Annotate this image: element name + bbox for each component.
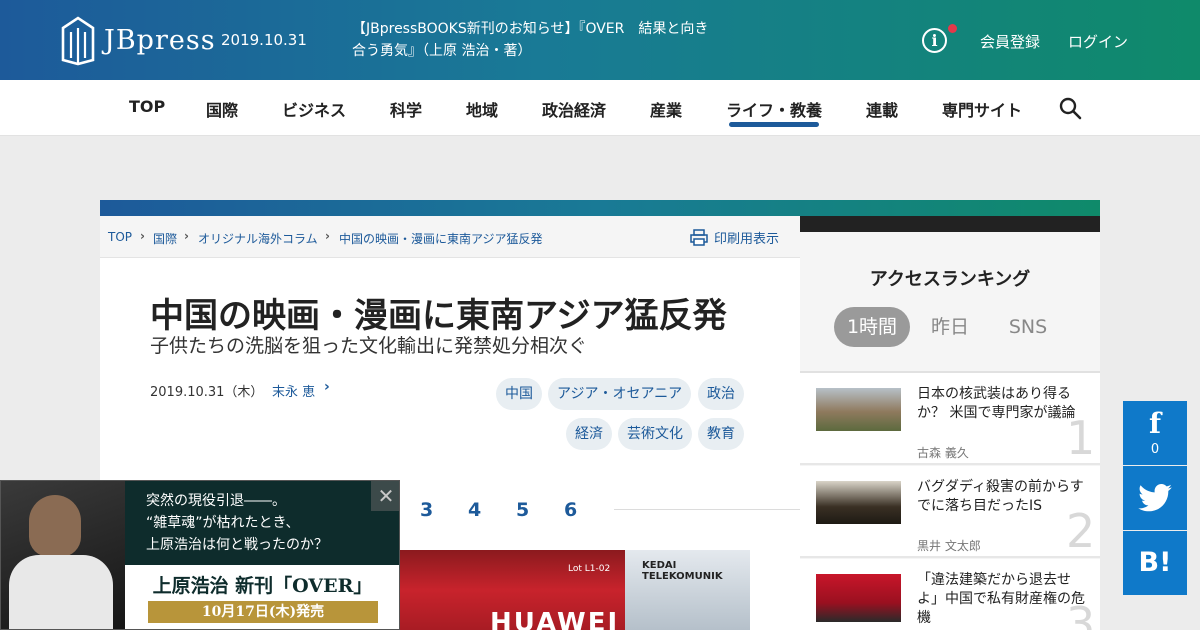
breadcrumb-international[interactable]: 国際 [153, 230, 177, 247]
twitter-icon [1138, 484, 1172, 512]
nav-item-special-sites[interactable]: 専門サイト [942, 97, 1022, 121]
logo-text: JBpress [104, 24, 216, 56]
page-link-3[interactable]: 3 [420, 499, 433, 521]
ad-copy: 突然の現役引退――。 “雑草魂”が枯れたとき、 上原浩治は何と戦ったのか？ [146, 490, 376, 556]
facebook-share-count: 0 [1150, 442, 1160, 457]
hatena-bookmark-button[interactable]: B! [1123, 531, 1187, 595]
page-link-5[interactable]: 5 [516, 499, 529, 521]
nav-item-politics-economy[interactable]: 政治経済 [542, 97, 606, 121]
jbpress-logo[interactable]: JBpress [60, 14, 216, 66]
ranking-number: 3 [1066, 597, 1096, 630]
facebook-share-button[interactable]: f 0 [1123, 401, 1187, 465]
sidebar-top-bar [800, 216, 1100, 232]
ranking-thumbnail [816, 574, 901, 622]
close-icon[interactable]: ✕ [371, 481, 399, 511]
chevron-right-icon: › [324, 379, 330, 395]
photo-store-sign: KEDAI TELEKOMUNIK [642, 560, 723, 582]
pager-divider [614, 509, 800, 510]
tag-politics[interactable]: 政治 [698, 378, 744, 410]
hatena-bookmark-icon: B! [1138, 547, 1172, 578]
books-notice-link[interactable]: 【JBpressBOOKS新刊のお知らせ】『OVER 結果と向き合う勇気』（上原… [352, 18, 712, 62]
nav-active-indicator [729, 122, 819, 127]
article-subtitle: 子供たちの洗脳を狙った文化輸出に発禁処分相次ぐ [150, 335, 588, 357]
ad-copy-line: 突然の現役引退――。 [146, 493, 286, 509]
breadcrumb-top[interactable]: TOP [108, 230, 132, 244]
tab-sns[interactable]: SNS [998, 307, 1058, 347]
book-ad-banner[interactable]: 突然の現役引退――。 “雑草魂”が枯れたとき、 上原浩治は何と戦ったのか？ 上原… [0, 480, 400, 630]
nav-item-science[interactable]: 科学 [390, 97, 422, 121]
breadcrumb-column[interactable]: オリジナル海外コラム [198, 230, 318, 247]
breadcrumb-chevron-icon: › [140, 229, 145, 243]
breadcrumb: TOP › 国際 › オリジナル海外コラム › 中国の映画・漫画に東南アジア猛反… [100, 216, 800, 258]
tab-yesterday[interactable]: 昨日 [918, 307, 982, 347]
ranking-title: アクセスランキング [869, 269, 1031, 290]
ranking-item-title: 「違法建築だから退去せよ」中国で私有財産権の危機 [917, 572, 1085, 626]
ad-book-cta[interactable]: 上原浩治 新刊「OVER」 10月17日(木)発売 [125, 565, 399, 629]
tab-1hour[interactable]: 1時間 [834, 307, 910, 347]
ranking-item-author: 黒井 文太郎 [917, 539, 981, 553]
twitter-share-button[interactable] [1123, 466, 1187, 530]
photo-sign: Lot L1-02 [568, 564, 611, 574]
ranking-item-author: 古森 義久 [917, 446, 969, 460]
breadcrumb-chevron-icon: › [325, 229, 330, 243]
ranking-item-title: 日本の核武装はあり得るか？ 米国で専門家が議論 [917, 386, 1076, 421]
print-view-button[interactable]: 印刷用表示 [690, 228, 779, 247]
ad-copy-line: 上原浩治は何と戦ったのか？ [146, 537, 328, 553]
nav-item-series[interactable]: 連載 [866, 97, 898, 121]
page-link-4[interactable]: 4 [468, 499, 481, 521]
printer-icon [690, 229, 708, 246]
register-link[interactable]: 会員登録 [980, 31, 1040, 52]
tag-education[interactable]: 教育 [698, 418, 744, 450]
main-nav: TOP 国際 ビジネス 科学 地域 政治経済 産業 ライフ・教養 連載 専門サイ… [0, 80, 1200, 136]
nav-item-top[interactable]: TOP [129, 97, 165, 116]
ranking-item[interactable]: 「違法建築だから退去せよ」中国で私有財産権の危機 3 [800, 559, 1100, 630]
ad-copy-line: “雑草魂”が枯れたとき、 [146, 515, 300, 531]
section-gradient-bar [100, 200, 1100, 216]
search-icon[interactable] [1058, 96, 1082, 120]
article-title: 中国の映画・漫画に東南アジア猛反発 [150, 296, 727, 336]
login-link[interactable]: ログイン [1068, 31, 1128, 52]
article-date: 2019.10.31（木） [150, 385, 264, 400]
ad-photo-shirt [9, 555, 113, 629]
logo-mark-icon [61, 16, 95, 66]
article-photo: Lot L1-02 KEDAI TELEKOMUNIK HUAWEI [400, 550, 750, 630]
header-date: 2019.10.31 [221, 31, 307, 49]
nav-item-life-culture[interactable]: ライフ・教養 [726, 97, 822, 121]
ad-release-date: 10月17日(木)発売 [148, 601, 378, 623]
author-link[interactable]: 末永 恵 [272, 381, 315, 400]
nav-item-region[interactable]: 地域 [466, 97, 498, 121]
tag-asia-oceania[interactable]: アジア・オセアニア [548, 378, 692, 410]
ranking-thumbnail [816, 388, 901, 431]
page-link-6[interactable]: 6 [564, 499, 577, 521]
tag-china[interactable]: 中国 [496, 378, 542, 410]
ad-photo-face [29, 495, 81, 557]
ranking-thumbnail [816, 481, 901, 524]
tag-economy[interactable]: 経済 [566, 418, 612, 450]
breadcrumb-current[interactable]: 中国の映画・漫画に東南アジア猛反発 [339, 230, 543, 247]
photo-brand-sign: HUAWEI [490, 608, 620, 630]
nav-item-industry[interactable]: 産業 [650, 97, 682, 121]
ranking-item-title: バグダディ殺害の前からすでに落ち目だったIS [917, 479, 1084, 514]
access-ranking: アクセスランキング 1時間 昨日 SNS 日本の核武装はあり得るか？ 米国で専門… [800, 232, 1100, 630]
nav-item-international[interactable]: 国際 [206, 97, 238, 121]
nav-item-business[interactable]: ビジネス [282, 97, 346, 121]
ad-book-title: 上原浩治 新刊「OVER」 [152, 575, 373, 597]
ranking-item[interactable]: バグダディ殺害の前からすでに落ち目だったIS 黒井 文太郎 2 [800, 466, 1100, 558]
site-header: JBpress 2019.10.31 【JBpressBOOKS新刊のお知らせ】… [0, 0, 1200, 80]
facebook-icon: f [1148, 407, 1162, 440]
ranking-number: 1 [1066, 411, 1096, 465]
info-icon[interactable]: i [922, 28, 947, 53]
ad-author-photo [1, 481, 125, 629]
ranking-number: 2 [1066, 504, 1096, 558]
ranking-item[interactable]: 日本の核武装はあり得るか？ 米国で専門家が議論 古森 義久 1 [800, 373, 1100, 465]
print-view-label: 印刷用表示 [714, 232, 780, 247]
tag-arts-culture[interactable]: 芸術文化 [618, 418, 692, 450]
breadcrumb-chevron-icon: › [184, 229, 189, 243]
notification-dot [948, 24, 957, 33]
